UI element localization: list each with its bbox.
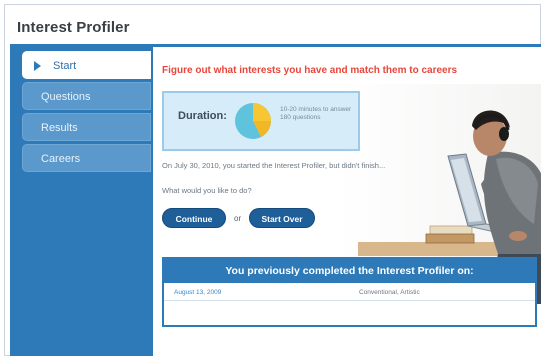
continue-button[interactable]: Continue [162,208,226,228]
duration-text: 10-20 minutes to answer 180 questions [280,106,352,121]
start-over-button[interactable]: Start Over [249,208,315,228]
content-top-border [151,44,541,47]
page-headline: Figure out what interests you have and m… [162,65,458,76]
previous-results-header: You previously completed the Interest Pr… [164,259,535,283]
nav-item-careers[interactable]: Careers [22,144,151,172]
sidebar: Start Questions Results Careers [10,44,162,356]
nav-item-label: Questions [41,91,91,103]
nav-item-label: Results [41,122,78,134]
nav-item-label: Start [53,60,77,72]
nav-item-start[interactable]: Start [22,51,162,79]
nav-item-results[interactable]: Results [22,113,151,141]
nav-item-questions[interactable]: Questions [22,82,151,110]
duration-box: Duration: 10-20 minutes to answer 180 qu… [162,91,360,151]
pie-chart-icon [235,103,271,139]
row-divider [164,300,535,301]
arrow-right-icon [34,61,41,71]
previous-result-date[interactable]: August 13, 2009 [174,289,221,296]
prompt-text: What would you like to do? [162,186,252,195]
app-title: Interest Profiler [17,19,130,36]
previous-result-codes: Conventional, Artistic [359,289,420,296]
previous-results-panel: You previously completed the Interest Pr… [162,257,537,327]
nav-item-label: Careers [41,153,81,165]
or-label: or [234,214,242,223]
duration-label: Duration: [178,110,227,122]
main-content: Figure out what interests you have and m… [151,44,541,356]
status-text: On July 30, 2010, you started the Intere… [162,161,386,170]
